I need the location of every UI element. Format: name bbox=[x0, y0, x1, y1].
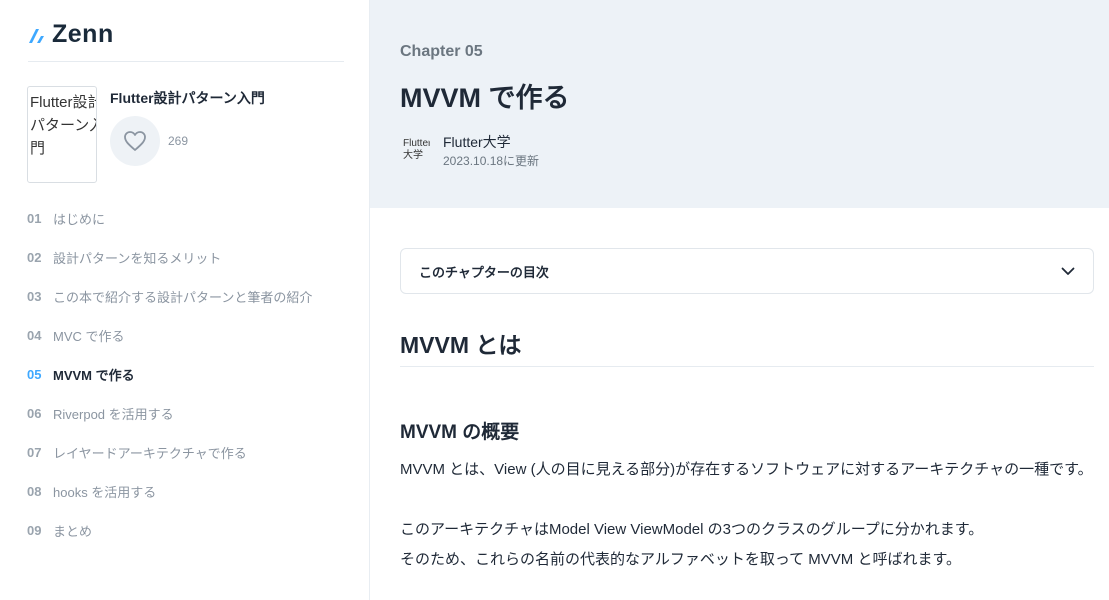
paragraph: そのため、これらの名前の代表的なアルファベットを取って MVVM と呼ばれます。 bbox=[400, 551, 961, 568]
heart-icon bbox=[124, 131, 146, 151]
chapter-label: この本で紹介する設計パターンと筆者の紹介 bbox=[53, 290, 313, 305]
chevron-down-icon bbox=[1061, 267, 1075, 275]
chapter-number: 01 bbox=[27, 211, 42, 226]
chapter-item[interactable]: 03 この本で紹介する設計パターンと筆者の紹介 bbox=[27, 277, 347, 316]
chapter-number: 05 bbox=[27, 367, 42, 382]
chapter-number: 07 bbox=[27, 445, 42, 460]
chapter-toc-label: このチャプターの目次 bbox=[419, 264, 549, 280]
divider bbox=[28, 61, 344, 62]
chapter-item[interactable]: 01 はじめに bbox=[27, 199, 347, 238]
chapter-number: 02 bbox=[27, 250, 42, 265]
chapter-label: まとめ bbox=[53, 524, 93, 539]
chapter-item[interactable]: 02 設計パターンを知るメリット bbox=[27, 238, 347, 277]
zenn-logo-icon bbox=[29, 28, 44, 43]
sidebar: Zenn Flutter設計パターン入門 Flutter設計パターン入門 269… bbox=[0, 0, 370, 600]
chapter-number: 08 bbox=[27, 484, 42, 499]
chapter-item[interactable]: 07 レイヤードアーキテクチャで作る bbox=[27, 433, 347, 472]
paragraph: このアーキテクチャはModel View ViewModel の3つのクラスのグ… bbox=[400, 521, 984, 538]
zenn-logo[interactable]: Zenn bbox=[28, 20, 114, 49]
updated-date: 2023.10.18に更新 bbox=[443, 154, 540, 168]
book-card: Flutter設計パターン入門 Flutter設計パターン入門 269 bbox=[27, 86, 347, 186]
chapter-item[interactable]: 04 MVC で作る bbox=[27, 316, 347, 355]
chapter-label: レイヤードアーキテクチャで作る bbox=[53, 446, 247, 461]
avatar[interactable]: Flutter大学 bbox=[400, 134, 432, 166]
chapter-item-active[interactable]: 05 MVVM で作る bbox=[27, 355, 347, 394]
subsection-heading: MVVM の概要 bbox=[400, 422, 520, 443]
page-title: MVVM で作る bbox=[400, 83, 570, 113]
chapter-label: MVC で作る bbox=[53, 329, 125, 344]
chapter-item[interactable]: 09 まとめ bbox=[27, 511, 347, 550]
brand-name: Zenn bbox=[52, 20, 114, 48]
like-count: 269 bbox=[168, 134, 189, 148]
chapter-toc-toggle[interactable]: このチャプターの目次 bbox=[400, 248, 1094, 294]
chapter-label: MVVM で作る bbox=[53, 368, 135, 383]
chapter-number: 09 bbox=[27, 523, 42, 538]
chapter-number: 03 bbox=[27, 289, 42, 304]
chapter-number-label: Chapter 05 bbox=[400, 43, 483, 60]
chapter-label: Riverpod を活用する bbox=[53, 407, 174, 422]
divider bbox=[400, 366, 1094, 367]
chapter-label: hooks を活用する bbox=[53, 485, 157, 500]
chapter-label: はじめに bbox=[53, 212, 106, 227]
author-name[interactable]: Flutter大学 bbox=[443, 132, 511, 152]
chapter-item[interactable]: 06 Riverpod を活用する bbox=[27, 394, 347, 433]
chapter-label: 設計パターンを知るメリット bbox=[53, 251, 222, 266]
section-heading: MVVM とは bbox=[400, 332, 522, 358]
chapter-header: Chapter 05 MVVM で作る Flutter大学 Flutter大学 … bbox=[370, 0, 1109, 208]
chapter-list: 01 はじめに 02 設計パターンを知るメリット 03 この本で紹介する設計パターンと… bbox=[27, 199, 347, 550]
chapter-item[interactable]: 08 hooks を活用する bbox=[27, 472, 347, 511]
chapter-number: 04 bbox=[27, 328, 42, 343]
like-button[interactable] bbox=[110, 116, 160, 166]
book-title[interactable]: Flutter設計パターン入門 bbox=[110, 88, 265, 108]
book-cover-alt-text: Flutter設計パターン入門 bbox=[30, 94, 97, 157]
book-cover-image[interactable]: Flutter設計パターン入門 bbox=[27, 86, 97, 183]
chapter-number: 06 bbox=[27, 406, 42, 421]
paragraph: MVVM とは、View (人の目に見える部分)が存在するソフトウェアに対するア… bbox=[400, 461, 1093, 478]
